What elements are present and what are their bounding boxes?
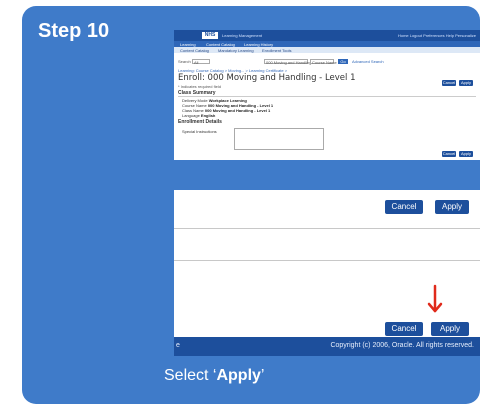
cancel-button-zoom-top[interactable]: Cancel — [385, 200, 423, 214]
app-name: Learning Management — [222, 33, 263, 38]
summary-label: Language — [182, 113, 200, 118]
cancel-button-top[interactable]: Cancel — [442, 80, 456, 86]
search-input[interactable]: 000 Moving and Handling — [264, 59, 312, 65]
zoomed-buttons-bottom: Cancel Apply — [174, 254, 480, 337]
apply-button-zoom-bottom[interactable]: Apply — [431, 322, 469, 336]
subtab-enrollment-tools[interactable]: Enrollment Tools — [262, 48, 292, 53]
caption-prefix: Select ‘ — [164, 367, 217, 384]
apply-button-bottom[interactable]: Apply — [459, 151, 473, 157]
global-links[interactable]: Home Logout Preferences Help Personalize — [398, 33, 476, 38]
section-divider — [178, 96, 476, 97]
search-input-value: 000 Moving and Handling — [266, 60, 312, 65]
step-caption: Select ‘Apply’ — [164, 367, 264, 385]
subtab-mandatory-learning[interactable]: Mandatory Learning — [218, 48, 254, 53]
application-screenshot: NHS Learning Management Home Logout Pref… — [174, 30, 480, 356]
search-label: Search — [178, 59, 191, 64]
copyright-text: Copyright (c) 2006, Oracle. All rights r… — [330, 342, 474, 349]
separator-band — [174, 160, 480, 190]
search-field-select[interactable]: Course Name — [310, 59, 337, 65]
down-arrow-icon — [427, 284, 443, 313]
footer-left-text: e — [176, 342, 180, 349]
cancel-button-bottom[interactable]: Cancel — [442, 151, 456, 157]
summary-value: English — [200, 113, 216, 118]
search-scope-value: All — [194, 60, 199, 65]
cancel-button-zoom-bottom[interactable]: Cancel — [385, 322, 423, 336]
caption-bold: Apply — [216, 367, 261, 384]
page-title: Enroll: 000 Moving and Handling - Level … — [178, 73, 356, 83]
special-instructions-textarea[interactable] — [234, 128, 324, 150]
apply-button-zoom-top[interactable]: Apply — [435, 200, 469, 214]
special-instructions-label: Special Instructions — [182, 129, 217, 134]
nhs-logo: NHS — [202, 32, 218, 39]
search-scope-select[interactable]: All — [192, 59, 210, 65]
enroll-page-overview: NHS Learning Management Home Logout Pref… — [174, 30, 480, 160]
advanced-search-link[interactable]: Advanced Search — [352, 59, 384, 64]
app-header: NHS Learning Management Home Logout Pref… — [174, 30, 480, 41]
apply-button-top[interactable]: Apply — [459, 80, 473, 86]
search-go-button[interactable]: Go — [338, 59, 348, 64]
sub-tabs: Content Catalog Mandatory Learning Enrol… — [174, 47, 480, 53]
search-field-value: Course Name — [312, 60, 337, 65]
caption-suffix: ’ — [260, 367, 265, 384]
step-card: Step 10 NHS Learning Management Home Log… — [22, 6, 480, 404]
divider-line — [174, 260, 480, 261]
divider-line — [174, 228, 480, 229]
summary-row-language: Language English — [182, 113, 215, 118]
subtab-content-catalog[interactable]: Content Catalog — [180, 48, 209, 53]
enrollment-details-heading: Enrollment Details — [178, 119, 222, 125]
search-bar: Search All 000 Moving and Handling Cours… — [178, 58, 478, 66]
required-hint: * Indicates required field — [178, 84, 221, 89]
page-footer: e Copyright (c) 2006, Oracle. All rights… — [174, 337, 480, 356]
step-title: Step 10 — [38, 20, 110, 42]
